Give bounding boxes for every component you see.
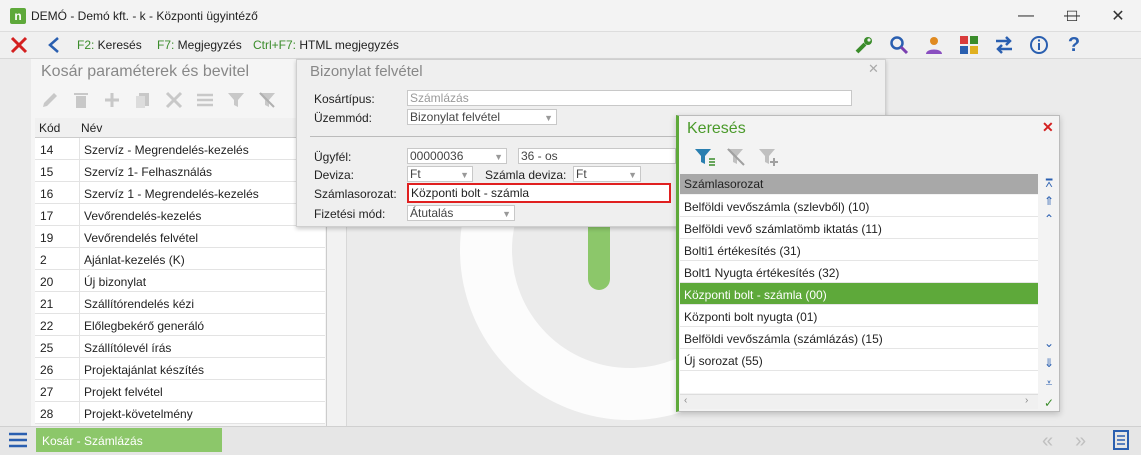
table-row[interactable]: 15 Szervíz 1- Felhasználás: [35, 160, 325, 182]
edit-pencil-icon[interactable]: [40, 90, 60, 110]
search-close-icon[interactable]: ✕: [1042, 119, 1054, 136]
chevron-down-icon: ▼: [628, 170, 637, 180]
add-plus-icon[interactable]: [102, 90, 122, 110]
table-row[interactable]: 26 Projektajánlat készítés: [35, 358, 325, 380]
user-icon[interactable]: [922, 34, 946, 56]
delete-trash-icon[interactable]: [71, 90, 91, 110]
table-row[interactable]: 22 Előlegbekérő generáló: [35, 314, 325, 336]
table-row[interactable]: 17 Vevőrendelés-kezelés: [35, 204, 325, 226]
filter-clear-icon[interactable]: [257, 90, 277, 110]
basket-grid-header: Kód Név: [35, 118, 325, 138]
window-title: DEMÓ - Demó kft. - k - Központi ügyintéz…: [31, 9, 258, 23]
table-row[interactable]: 2 Ajánlat-kezelés (K): [35, 248, 325, 270]
invoice-currency-label: Számla deviza:: [485, 168, 567, 182]
confirm-check-icon[interactable]: ✓: [1040, 394, 1058, 412]
basket-tab[interactable]: Kosár - Számlázás: [36, 428, 222, 452]
list-empty-area: [680, 371, 1038, 393]
wrench-icon[interactable]: [852, 34, 876, 56]
list-item[interactable]: Belföldi vevőszámla (szlevből) (10): [680, 195, 1038, 217]
close-window-button[interactable]: ✕: [1095, 0, 1141, 32]
hamburger-menu-icon[interactable]: [8, 431, 28, 452]
html-note-shortcut[interactable]: Ctrl+F7: HTML megjegyzés: [253, 38, 399, 52]
table-row[interactable]: 25 Szállítólevél írás: [35, 336, 325, 358]
chevron-down-icon: ▼: [460, 170, 469, 180]
list-item[interactable]: Belföldi vevő számlatömb iktatás (11): [680, 217, 1038, 239]
page-down-icon[interactable]: ⇓: [1040, 354, 1058, 372]
table-row[interactable]: 19 Vevőrendelés felvétel: [35, 226, 325, 248]
scroll-bottom-icon[interactable]: ⩡: [1040, 374, 1058, 392]
invoice-currency-select[interactable]: Ft ▼: [573, 166, 641, 182]
invoice-series-field[interactable]: Központi bolt - számla: [407, 183, 671, 203]
filter-icon[interactable]: [694, 147, 716, 167]
mode-label: Üzemmód:: [314, 111, 373, 125]
mode-select[interactable]: Bizonylat felvétel ▼: [407, 109, 557, 125]
copy-icon[interactable]: [133, 90, 153, 110]
windows-grid-icon[interactable]: [957, 34, 981, 56]
list-item[interactable]: Bolti1 értékesítés (31): [680, 239, 1038, 261]
basket-type-field: Számlázás: [407, 90, 852, 106]
filter-icon[interactable]: [226, 90, 246, 110]
currency-select[interactable]: Ft ▼: [407, 166, 473, 182]
list-menu-icon[interactable]: [195, 90, 215, 110]
basket-type-label: Kosártípus:: [314, 92, 375, 106]
page-up-icon[interactable]: ⇑: [1040, 192, 1058, 210]
column-header-code[interactable]: Kód: [39, 121, 60, 135]
previous-icon[interactable]: «: [1042, 430, 1053, 453]
close-icon[interactable]: [7, 34, 31, 56]
list-item-selected[interactable]: Központi bolt - számla (00): [680, 283, 1038, 305]
search-shortcut[interactable]: F2: Keresés: [77, 38, 142, 52]
table-row[interactable]: 21 Szállítórendelés kézi: [35, 292, 325, 314]
row-down-icon[interactable]: ⌄: [1040, 334, 1058, 352]
payment-method-select[interactable]: Átutalás ▼: [407, 205, 515, 221]
list-item[interactable]: Bolt1 Nyugta értékesítés (32): [680, 261, 1038, 283]
note-shortcut[interactable]: F7: Megjegyzés: [157, 38, 242, 52]
row-up-icon[interactable]: ⌃: [1040, 210, 1058, 228]
next-icon[interactable]: »: [1075, 430, 1086, 453]
list-item[interactable]: Belföldi vevőszámla (számlázás) (15): [680, 327, 1038, 349]
basket-panel-title: Kosár paraméterek és bevitel: [41, 63, 250, 80]
chevron-down-icon: ▼: [494, 152, 503, 162]
column-header-name[interactable]: Név: [81, 121, 102, 135]
maximize-button[interactable]: ☐: [1049, 0, 1095, 32]
help-icon[interactable]: ?: [1062, 34, 1086, 56]
minimize-window-button[interactable]: —: [1003, 0, 1049, 32]
invoice-series-label: Számlasorozat:: [314, 187, 397, 201]
list-item[interactable]: Központi bolt nyugta (01): [680, 305, 1038, 327]
search-column-header[interactable]: Számlasorozat: [680, 174, 1038, 194]
dialog-close-icon[interactable]: ✕: [868, 61, 879, 77]
dialog-title: Bizonylat felvétel: [310, 63, 423, 80]
filter-clear-icon[interactable]: [726, 147, 748, 167]
magnifier-icon[interactable]: [887, 34, 911, 56]
horizontal-scrollbar[interactable]: ‹ ›: [680, 394, 1038, 409]
scroll-top-icon[interactable]: ⩞: [1040, 174, 1058, 192]
filter-add-icon[interactable]: [758, 147, 780, 167]
chevron-down-icon: ▼: [544, 113, 553, 123]
table-row[interactable]: 28 Projekt-követelmény: [35, 402, 325, 424]
chevron-down-icon: ▼: [502, 209, 511, 219]
payment-method-label: Fizetési mód:: [314, 207, 386, 221]
customer-code-field[interactable]: 00000036 ▼: [407, 148, 507, 164]
customer-name-field[interactable]: 36 - os: [518, 148, 676, 164]
customer-label: Ügyfél:: [314, 150, 352, 164]
search-panel-title: Keresés: [687, 120, 746, 137]
app-logo-icon: n: [10, 8, 26, 24]
table-row[interactable]: 14 Szervíz - Megrendelés-kezelés: [35, 138, 325, 160]
list-item[interactable]: Új sorozat (55): [680, 349, 1038, 371]
back-arrow-icon[interactable]: [42, 34, 66, 56]
search-toolbar: [694, 147, 780, 167]
info-icon[interactable]: [1027, 34, 1051, 56]
transfer-arrows-icon[interactable]: [992, 34, 1016, 56]
basket-panel-toolbar: [40, 90, 277, 110]
tools-icon[interactable]: [164, 90, 184, 110]
table-row[interactable]: 27 Projekt felvétel: [35, 380, 325, 402]
table-row[interactable]: 16 Szervíz 1 - Megrendelés-kezelés: [35, 182, 325, 204]
divider: [310, 136, 676, 137]
document-list-icon[interactable]: [1113, 430, 1129, 453]
currency-label: Deviza:: [314, 168, 355, 182]
table-row[interactable]: 20 Új bizonylat: [35, 270, 325, 292]
